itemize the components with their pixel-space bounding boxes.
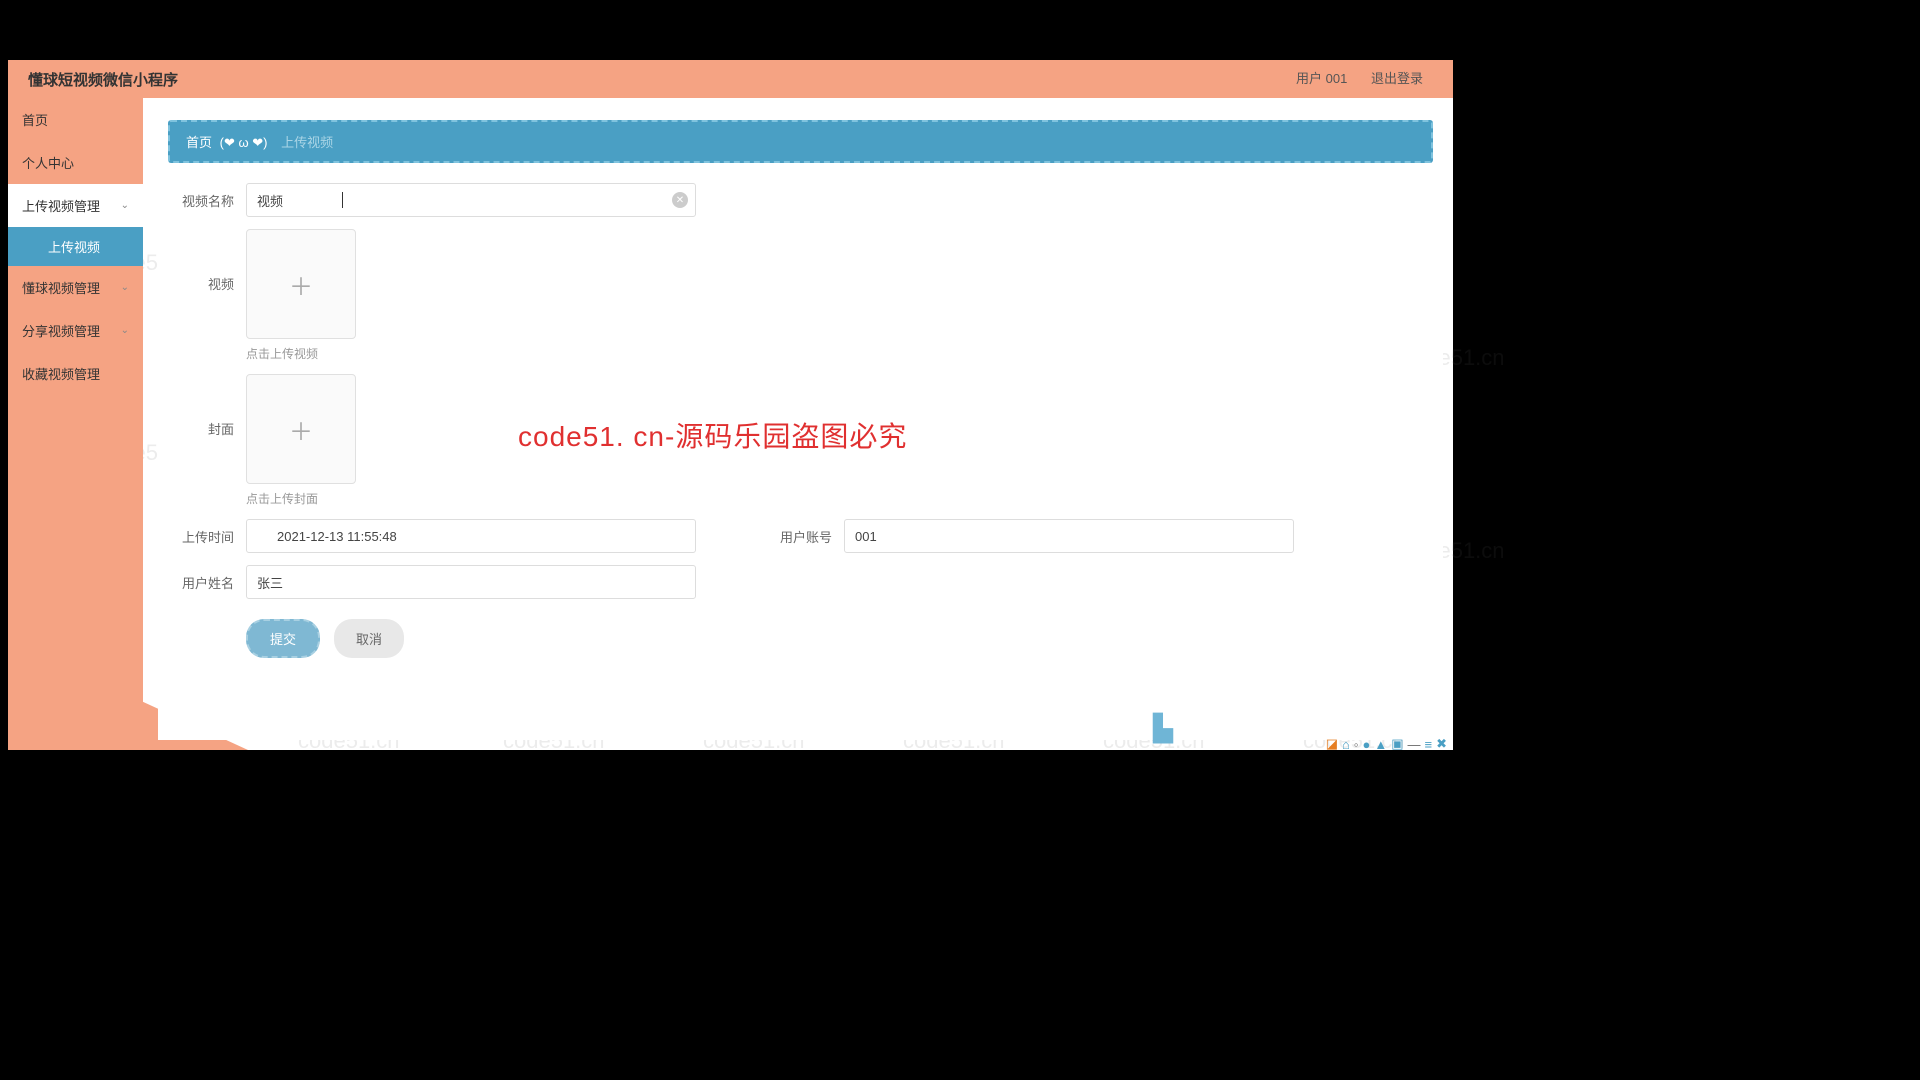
user-name-input[interactable] xyxy=(246,565,696,599)
cover-upload-box[interactable]: ＋ xyxy=(246,374,356,484)
sidebar-item-upload-mgmt[interactable]: 上传视频管理 ⌄ xyxy=(8,184,143,227)
sidebar-item-share-mgmt[interactable]: 分享视频管理 ⌄ xyxy=(8,309,143,352)
sidebar-item-profile[interactable]: 个人中心 xyxy=(8,141,143,184)
plus-icon: ＋ xyxy=(289,267,313,302)
upload-form: 视频名称 ✕ 视频 ＋ 点击上传视频 封面 xyxy=(158,173,1443,668)
sidebar-item-dongqiu-mgmt[interactable]: 懂球视频管理 ⌄ xyxy=(8,266,143,309)
user-account-label: 用户账号 xyxy=(776,519,832,553)
breadcrumb: 首页 (❤ ω ❤) 上传视频 xyxy=(168,120,1433,163)
header-user-area: 用户 001 退出登录 xyxy=(1276,68,1423,87)
user-account-input[interactable] xyxy=(844,519,1294,553)
breadcrumb-emoji: (❤ ω ❤) xyxy=(220,135,268,150)
plus-icon: ＋ xyxy=(289,412,313,447)
upload-time-label: 上传时间 xyxy=(178,519,234,553)
video-upload-box[interactable]: ＋ xyxy=(246,229,356,339)
text-cursor xyxy=(342,192,343,208)
corner-logo: ▙ xyxy=(1153,713,1173,744)
chevron-down-icon: ⌄ xyxy=(121,200,129,211)
user-name-label: 用户姓名 xyxy=(178,565,234,592)
video-upload-hint: 点击上传视频 xyxy=(246,345,356,362)
logout-link[interactable]: 退出登录 xyxy=(1371,71,1423,86)
clear-icon[interactable]: ✕ xyxy=(672,192,688,208)
app-header: 懂球短视频微信小程序 xyxy=(8,60,1453,98)
cover-upload-label: 封面 xyxy=(178,374,234,438)
chevron-down-icon: ⌄ xyxy=(121,282,129,293)
sidebar-subitem-upload-video[interactable]: 上传视频 xyxy=(8,227,143,266)
video-name-input[interactable] xyxy=(246,183,696,217)
chevron-down-icon: ⌄ xyxy=(121,325,129,336)
sidebar-item-home[interactable]: 首页 xyxy=(8,98,143,141)
app-title: 懂球短视频微信小程序 xyxy=(28,69,178,90)
sidebar-item-favorite-mgmt[interactable]: 收藏视频管理 xyxy=(8,352,143,395)
breadcrumb-home[interactable]: 首页 xyxy=(186,135,212,150)
sidebar: 首页 个人中心 上传视频管理 ⌄ 上传视频 懂球视频管理 ⌄ 分享视频管理 ⌄ … xyxy=(8,98,143,750)
submit-button[interactable]: 提交 xyxy=(246,619,320,658)
cover-upload-hint: 点击上传封面 xyxy=(246,490,356,507)
main-content: 首页 (❤ ω ❤) 上传视频 视频名称 ✕ 视频 ＋ 点击上传视频 xyxy=(158,110,1443,740)
cancel-button[interactable]: 取消 xyxy=(334,619,404,658)
user-label[interactable]: 用户 001 xyxy=(1296,71,1347,86)
system-tray: ◪ ⌂ ◦ ● ▲ ▣ — ≡ ✖ xyxy=(1326,736,1447,752)
video-upload-label: 视频 xyxy=(178,229,234,293)
breadcrumb-current: 上传视频 xyxy=(281,135,333,150)
upload-time-input[interactable] xyxy=(246,519,696,553)
video-name-label: 视频名称 xyxy=(178,183,234,210)
